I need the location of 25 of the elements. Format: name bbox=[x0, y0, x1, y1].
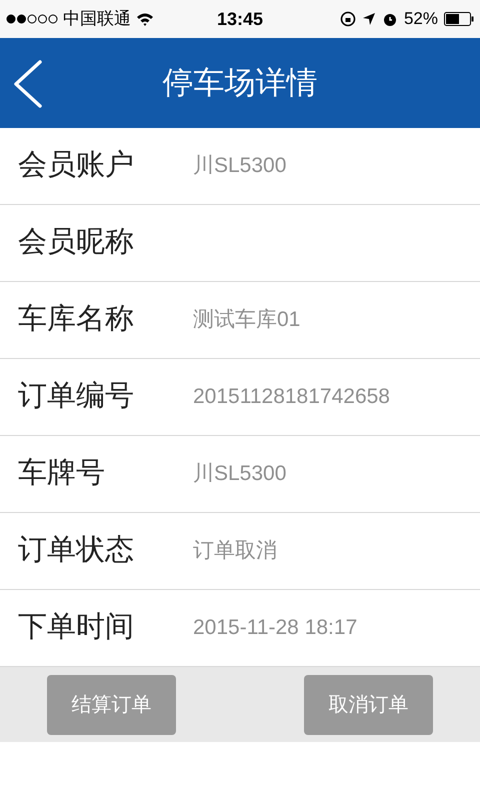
field-label: 车牌号 bbox=[17, 456, 106, 492]
field-value: 订单取消 bbox=[193, 538, 277, 564]
page-title: 停车场详情 bbox=[162, 64, 318, 102]
wifi-icon bbox=[136, 12, 154, 26]
field-value: 测试车库01 bbox=[193, 307, 300, 334]
back-chevron-icon bbox=[13, 60, 43, 108]
location-arrow-icon bbox=[362, 12, 376, 26]
alarm-clock-icon bbox=[382, 11, 398, 27]
field-value: 川SL5300 bbox=[193, 461, 286, 488]
field-value: 川SL5300 bbox=[193, 153, 286, 180]
field-label: 订单编号 bbox=[17, 379, 135, 414]
settle-order-button[interactable]: 结算订单 bbox=[47, 674, 176, 734]
field-label: 会员账户 bbox=[17, 148, 135, 184]
field-label: 会员昵称 bbox=[17, 225, 135, 260]
field-value: 2015-11-28 18:17 bbox=[193, 615, 358, 642]
battery-percent: 52% bbox=[404, 8, 438, 30]
field-label: 订单状态 bbox=[17, 533, 135, 568]
status-time: 13:45 bbox=[216, 8, 264, 30]
battery-icon bbox=[444, 12, 474, 26]
field-label: 下单时间 bbox=[17, 610, 135, 646]
signal-icon bbox=[6, 14, 58, 24]
cancel-order-button[interactable]: 取消订单 bbox=[304, 674, 433, 734]
field-value: 20151128181742658 bbox=[193, 384, 390, 410]
carrier-name: 中国联通 bbox=[63, 8, 131, 30]
field-label: 车库名称 bbox=[17, 302, 135, 338]
